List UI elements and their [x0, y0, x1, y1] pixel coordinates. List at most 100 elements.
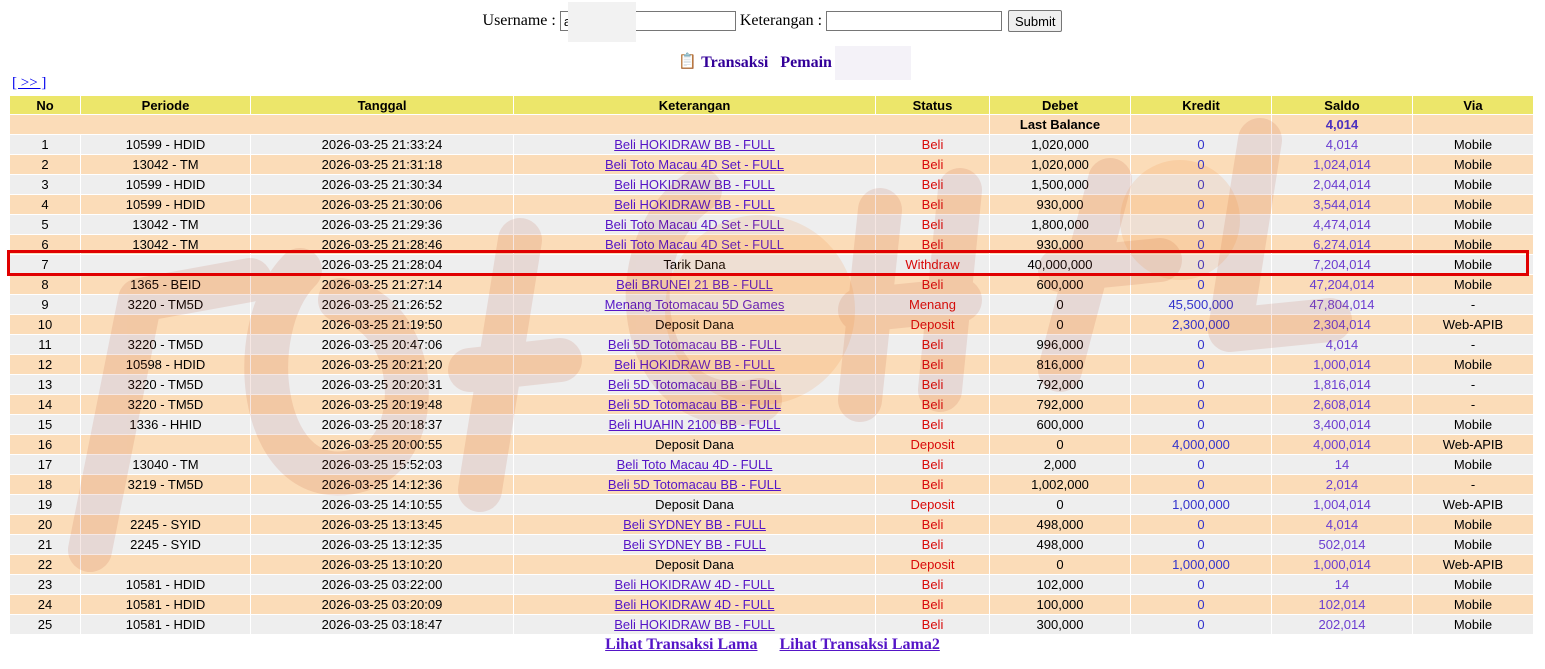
via-cell: Mobile: [1413, 135, 1533, 154]
status-cell: Beli: [876, 335, 989, 354]
saldo-cell: 47,204,014: [1272, 275, 1412, 294]
column-header-tanggal: Tanggal: [251, 96, 513, 114]
keterangan-link[interactable]: Beli 5D Totomacau BB - FULL: [608, 337, 781, 352]
last-balance-row: Last Balance 4,014: [10, 115, 1533, 134]
table-row: 12 10598 - HDID 2026-03-25 20:21:20 Beli HO…: [10, 355, 1533, 374]
keterangan-link[interactable]: Beli 5D Totomacau BB - FULL: [608, 477, 781, 492]
via-cell: -: [1413, 335, 1533, 354]
keterangan-cell: Deposit Dana: [514, 435, 875, 454]
keterangan-link[interactable]: Beli SYDNEY BB - FULL: [623, 517, 766, 532]
debet-cell: 600,000: [990, 275, 1130, 294]
debet-cell: 1,500,000: [990, 175, 1130, 194]
no-cell: 12: [10, 355, 80, 374]
keterangan-link[interactable]: Beli HOKIDRAW BB - FULL: [614, 357, 775, 372]
keterangan-input[interactable]: [826, 11, 1003, 31]
debet-cell: 40,000,000: [990, 255, 1130, 274]
kredit-cell: 0: [1131, 375, 1271, 394]
no-cell: 21: [10, 535, 80, 554]
tanggal-cell: 2026-03-25 20:19:48: [251, 395, 513, 414]
keterangan-cell: Beli Toto Macau 4D Set - FULL: [514, 215, 875, 234]
kredit-cell: 0: [1131, 395, 1271, 414]
keterangan-link[interactable]: Menang Totomacau 5D Games: [605, 297, 785, 312]
player-name-redaction: [835, 46, 911, 80]
kredit-cell: 0: [1131, 595, 1271, 614]
debet-cell: 300,000: [990, 615, 1130, 634]
debet-cell: 600,000: [990, 415, 1130, 434]
no-cell: 15: [10, 415, 80, 434]
keterangan-link[interactable]: Beli SYDNEY BB - FULL: [623, 537, 766, 552]
no-cell: 6: [10, 235, 80, 254]
tanggal-cell: 2026-03-25 13:10:20: [251, 555, 513, 574]
page-title: 📋 Transaksi Pemain : am: [0, 52, 1545, 72]
lihat-transaksi-lama-link[interactable]: Lihat Transaksi Lama: [605, 636, 757, 653]
debet-cell: 498,000: [990, 535, 1130, 554]
keterangan-link[interactable]: Beli HOKIDRAW 4D - FULL: [615, 577, 775, 592]
keterangan-link[interactable]: Beli HOKIDRAW BB - FULL: [614, 617, 775, 632]
kredit-cell: 0: [1131, 535, 1271, 554]
column-header-via: Via: [1413, 96, 1533, 114]
next-page-link[interactable]: [ >> ]: [12, 75, 46, 92]
keterangan-link[interactable]: Beli Toto Macau 4D Set - FULL: [605, 157, 784, 172]
debet-cell: 1,020,000: [990, 155, 1130, 174]
kredit-cell: 1,000,000: [1131, 495, 1271, 514]
status-cell: Beli: [876, 195, 989, 214]
keterangan-link[interactable]: Beli Toto Macau 4D Set - FULL: [605, 237, 784, 252]
via-cell: -: [1413, 295, 1533, 314]
debet-cell: 0: [990, 295, 1130, 314]
status-cell: Deposit: [876, 555, 989, 574]
no-cell: 5: [10, 215, 80, 234]
status-cell: Beli: [876, 215, 989, 234]
keterangan-link[interactable]: Beli 5D Totomacau BB - FULL: [608, 377, 781, 392]
keterangan-link[interactable]: Beli Toto Macau 4D Set - FULL: [605, 217, 784, 232]
column-header-debet: Debet: [990, 96, 1130, 114]
periode-cell: [81, 315, 250, 334]
lihat-transaksi-lama2-link[interactable]: Lihat Transaksi Lama2: [780, 636, 940, 653]
saldo-cell: 502,014: [1272, 535, 1412, 554]
keterangan-cell: Menang Totomacau 5D Games: [514, 295, 875, 314]
periode-cell: 13042 - TM: [81, 235, 250, 254]
status-cell: Beli: [876, 155, 989, 174]
username-label: Username :: [482, 12, 556, 29]
keterangan-link[interactable]: Beli HOKIDRAW BB - FULL: [614, 197, 775, 212]
debet-cell: 0: [990, 555, 1130, 574]
keterangan-cell: Beli HOKIDRAW BB - FULL: [514, 135, 875, 154]
status-cell: Beli: [876, 275, 989, 294]
tanggal-cell: 2026-03-25 21:28:04: [251, 255, 513, 274]
via-cell: Mobile: [1413, 195, 1533, 214]
via-cell: Mobile: [1413, 415, 1533, 434]
status-cell: Beli: [876, 515, 989, 534]
submit-button[interactable]: Submit: [1008, 10, 1063, 32]
keterangan-link[interactable]: Beli 5D Totomacau BB - FULL: [608, 397, 781, 412]
debet-cell: 0: [990, 435, 1130, 454]
keterangan-cell: Beli BRUNEI 21 BB - FULL: [514, 275, 875, 294]
table-row: 10 2026-03-25 21:19:50 Deposit Dana Deposit…: [10, 315, 1533, 334]
via-cell: Web-APIB: [1413, 435, 1533, 454]
column-header-saldo: Saldo: [1272, 96, 1412, 114]
periode-cell: 3220 - TM5D: [81, 375, 250, 394]
status-cell: Withdraw: [876, 255, 989, 274]
keterangan-link[interactable]: Beli Toto Macau 4D - FULL: [617, 457, 773, 472]
status-cell: Beli: [876, 135, 989, 154]
status-cell: Beli: [876, 535, 989, 554]
transaction-table: No Periode Tanggal Keterangan Status Debet Kre…: [9, 95, 1534, 635]
table-row: 24 10581 - HDID 2026-03-25 03:20:09 Beli HO…: [10, 595, 1533, 614]
periode-cell: [81, 435, 250, 454]
keterangan-cell: Beli HUAHIN 2100 BB - FULL: [514, 415, 875, 434]
saldo-cell: 14: [1272, 575, 1412, 594]
no-cell: 23: [10, 575, 80, 594]
saldo-cell: 2,014: [1272, 475, 1412, 494]
tanggal-cell: 2026-03-25 03:18:47: [251, 615, 513, 634]
keterangan-link[interactable]: Beli HOKIDRAW 4D - FULL: [615, 597, 775, 612]
tanggal-cell: 2026-03-25 21:19:50: [251, 315, 513, 334]
tanggal-cell: 2026-03-25 21:29:36: [251, 215, 513, 234]
via-cell: Web-APIB: [1413, 315, 1533, 334]
keterangan-link[interactable]: Beli HOKIDRAW BB - FULL: [614, 137, 775, 152]
via-cell: Mobile: [1413, 255, 1533, 274]
keterangan-link[interactable]: Beli HUAHIN 2100 BB - FULL: [609, 417, 781, 432]
periode-cell: 3220 - TM5D: [81, 295, 250, 314]
kredit-cell: 45,500,000: [1131, 295, 1271, 314]
keterangan-link[interactable]: Beli HOKIDRAW BB - FULL: [614, 177, 775, 192]
table-row: 9 3220 - TM5D 2026-03-25 21:26:52 Menang To…: [10, 295, 1533, 314]
keterangan-link[interactable]: Beli BRUNEI 21 BB - FULL: [616, 277, 773, 292]
keterangan-cell: Beli Toto Macau 4D Set - FULL: [514, 155, 875, 174]
